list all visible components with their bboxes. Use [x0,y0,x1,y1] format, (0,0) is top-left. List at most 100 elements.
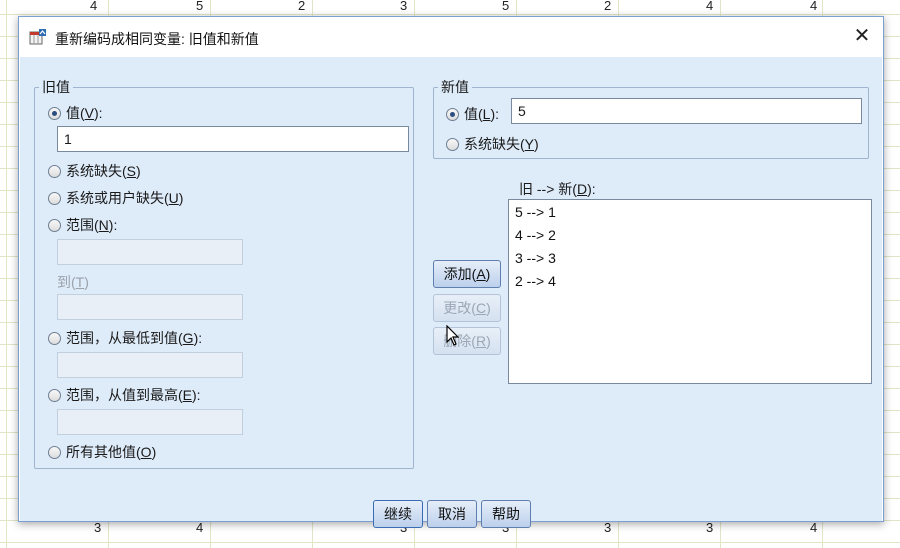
new-value-radio[interactable]: 值(L): [446,104,499,124]
radio-label-key: E [182,387,193,403]
radio-label-suffix: ): [192,387,201,403]
sheet-cell: 3 [706,520,714,535]
dialog-client-area: 旧值 值(V): 1 系统缺失(S) 系统或用户缺失(U) 范围(N): 到(T… [20,57,882,528]
old-all-other-radio[interactable]: 所有其他值(O) [48,442,156,462]
radio-label-key: G [182,330,194,346]
radio-icon [48,164,61,178]
range-to-key: T [75,274,85,290]
sheet-cell: 2 [604,0,612,13]
change-label-suffix: ) [486,300,491,316]
title-bar[interactable]: 重新编码成相同变量: 旧值和新值 ✕ [19,17,883,57]
radio-label-suffix: ): [108,217,118,233]
old-value-legend: 旧值 [42,79,70,95]
range-to-input[interactable] [57,294,243,320]
change-label: 更改( [443,300,476,316]
radio-label-key: V [84,105,95,121]
radio-label-suffix: ): [490,106,500,122]
radio-label: 系统缺失( [66,163,127,179]
radio-label: 所有其他值( [66,444,141,460]
range-from-input[interactable] [57,239,243,265]
add-label: 添加( [443,266,477,282]
radio-label: 范围，从值到最高( [66,387,183,403]
radio-label-suffix: ) [178,190,184,206]
continue-button[interactable]: 继续 [373,500,423,528]
remove-label-suffix: ) [486,333,491,349]
mapping-label-key: D [576,181,588,197]
radio-label-key: O [140,444,152,460]
sheet-cell: 3 [400,0,408,13]
list-item[interactable]: 3 --> 3 [515,250,556,266]
radio-label-key: Y [524,136,535,152]
recode-app-icon [29,29,46,45]
change-button[interactable]: 更改(C) [433,294,501,322]
radio-icon [48,191,61,205]
radio-label-key: S [126,163,137,179]
radio-label: 系统缺失( [464,136,525,152]
old-range-radio[interactable]: 范围(N): [48,215,117,235]
range-highest-input[interactable] [57,409,243,435]
dialog-title: 重新编码成相同变量: 旧值和新值 [55,31,259,47]
radio-label-key: U [168,190,179,206]
list-item[interactable]: 2 --> 4 [515,273,556,289]
change-label-key: C [475,300,487,316]
radio-icon [48,445,61,459]
old-new-mapping-list[interactable]: 5 --> 1 4 --> 2 3 --> 3 2 --> 4 [508,199,872,384]
recode-dialog: 重新编码成相同变量: 旧值和新值 ✕ 旧值 值(V): 1 系统缺失(S) 系统… [18,16,884,528]
radio-label-suffix: ) [151,444,157,460]
mapping-label-text: 旧 --> 新( [519,181,577,197]
close-icon: ✕ [853,25,871,47]
radio-label-key: N [98,217,109,233]
mapping-label-suffix: ): [587,181,596,197]
radio-label: 值( [464,106,483,122]
remove-button[interactable]: 删除(R) [433,327,501,355]
sheet-cell: 4 [90,0,98,13]
add-label-suffix: ) [485,266,491,282]
range-lowest-input[interactable] [57,352,243,378]
add-button[interactable]: 添加(A) [433,260,501,288]
old-range-lowest-radio[interactable]: 范围，从最低到值(G): [48,328,202,348]
range-to-text: 到( [57,274,76,290]
cancel-button[interactable]: 取消 [427,500,477,528]
radio-label-suffix: ): [94,105,103,121]
sheet-cell: 3 [604,520,612,535]
old-sys-or-user-missing-radio[interactable]: 系统或用户缺失(U) [48,188,183,208]
radio-selected-icon [48,106,61,120]
sheet-cell: 4 [810,0,818,13]
sheet-cell: 5 [502,0,510,13]
radio-icon [446,137,459,151]
radio-label: 范围，从最低到值( [66,330,183,346]
old-value-input[interactable]: 1 [57,126,409,152]
radio-label: 系统或用户缺失( [66,190,169,206]
old-range-highest-radio[interactable]: 范围，从值到最高(E): [48,385,201,405]
list-item[interactable]: 5 --> 1 [515,204,556,220]
remove-label-key: R [475,333,487,349]
new-value-legend: 新值 [441,79,469,95]
range-to-label: 到(T) [57,272,89,292]
sheet-cell: 4 [196,520,204,535]
mapping-list-label: 旧 --> 新(D): [519,179,596,199]
radio-icon [48,218,61,232]
radio-label: 范围( [66,217,99,233]
radio-label-key: L [482,106,491,122]
radio-label-suffix: ) [136,163,141,179]
sheet-cell: 4 [810,520,818,535]
new-sysmis-radio[interactable]: 系统缺失(Y) [446,134,539,154]
range-to-suffix: ) [84,274,89,290]
add-label-key: A [476,266,486,282]
sheet-cell: 2 [298,0,306,13]
sheet-cell: 4 [706,0,714,13]
radio-icon [48,388,61,402]
old-sysmis-radio[interactable]: 系统缺失(S) [48,161,141,181]
help-button[interactable]: 帮助 [481,500,531,528]
radio-label: 值( [66,105,85,121]
sheet-cell: 3 [94,520,102,535]
radio-selected-icon [446,107,459,121]
mouse-cursor-icon [446,325,460,346]
radio-icon [48,331,61,345]
radio-label-suffix: ): [193,330,203,346]
radio-label-suffix: ) [534,136,539,152]
close-button[interactable]: ✕ [849,25,875,49]
old-value-radio[interactable]: 值(V): [48,103,103,123]
list-item[interactable]: 4 --> 2 [515,227,556,243]
new-value-input[interactable]: 5 [511,98,862,124]
